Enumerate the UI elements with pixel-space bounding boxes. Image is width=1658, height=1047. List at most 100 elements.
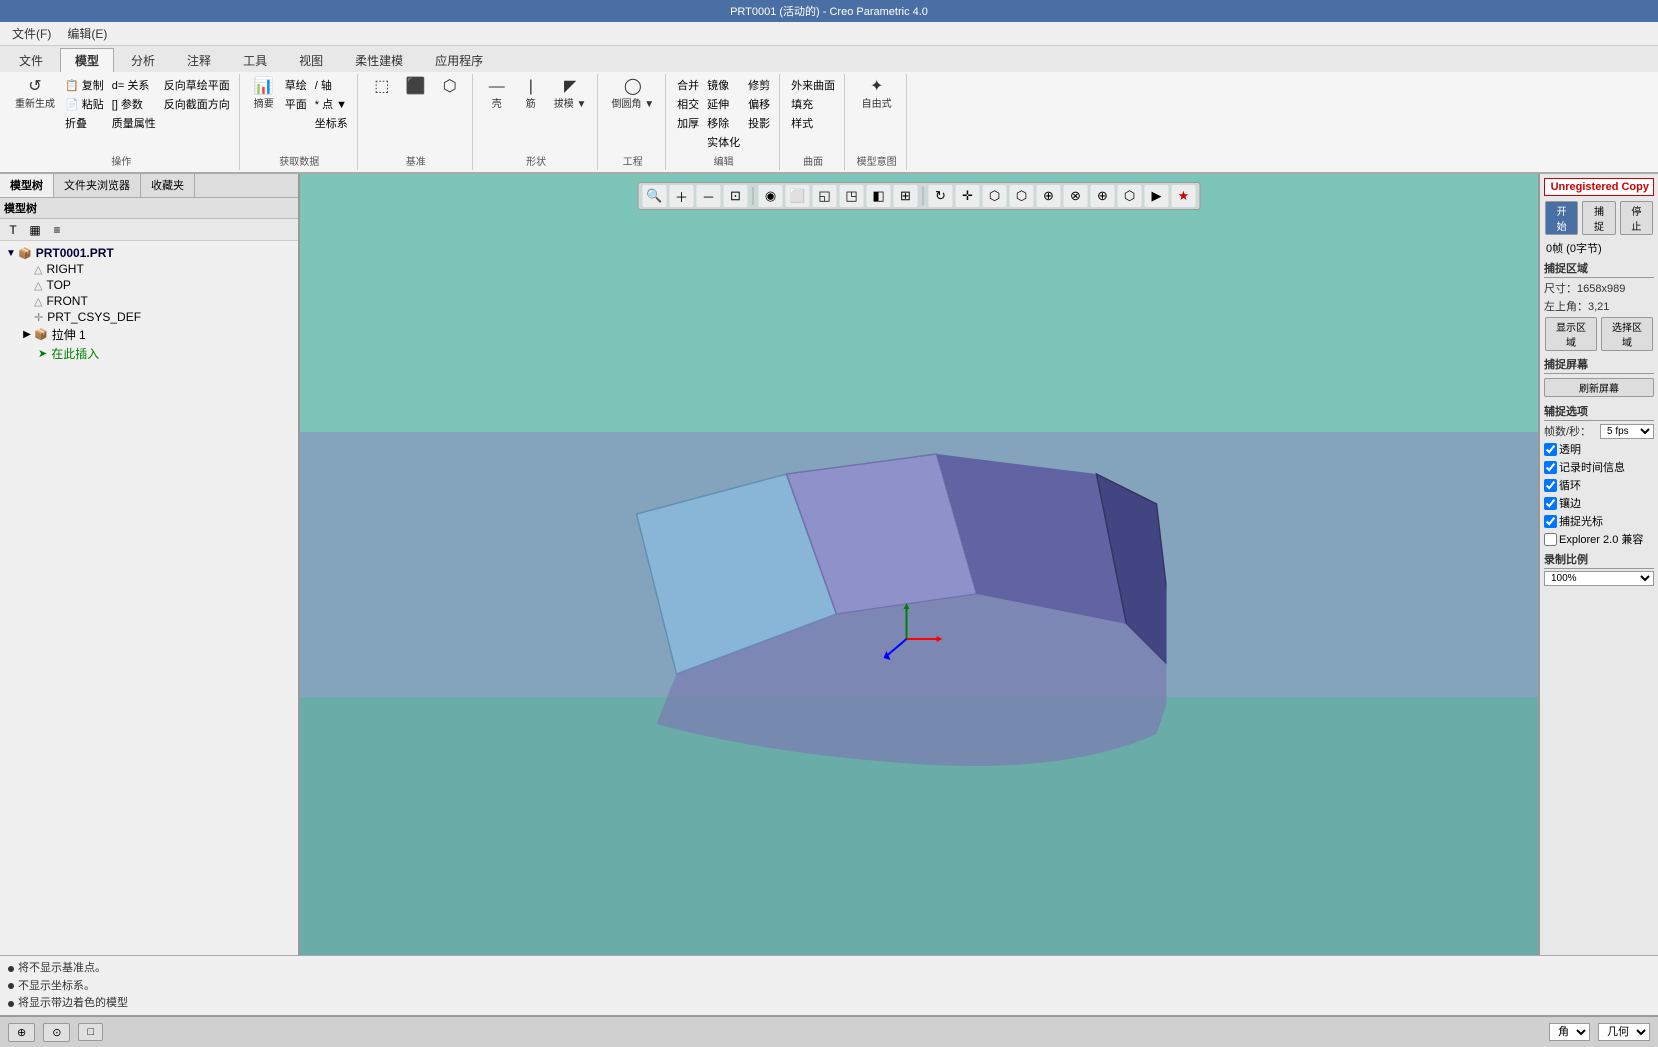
vp-btn-r1[interactable]: ↻: [929, 185, 953, 207]
tab-analysis[interactable]: 分析: [116, 48, 170, 72]
check-record-time[interactable]: [1544, 461, 1557, 474]
expand-prt0001[interactable]: ▼: [4, 248, 18, 259]
tree-tool-T[interactable]: T: [4, 221, 22, 239]
geometry-select[interactable]: 几何: [1598, 1023, 1650, 1041]
bottom-btn-2[interactable]: ⊙: [43, 1023, 70, 1042]
btn-csys[interactable]: 坐标系: [312, 114, 351, 132]
btn-remove[interactable]: 移除: [704, 114, 743, 132]
btn-plane[interactable]: 平面: [282, 95, 310, 113]
vp-btn-r9[interactable]: ▶: [1145, 185, 1169, 207]
vp-btn-r8[interactable]: ⬡: [1118, 185, 1142, 207]
fps-select[interactable]: 5 fps 10 fps 15 fps 30 fps: [1600, 424, 1654, 439]
check-cursor[interactable]: [1544, 515, 1557, 528]
btn-intersect[interactable]: 相交: [674, 95, 702, 113]
vp-btn-r4[interactable]: ⬡: [1010, 185, 1034, 207]
tree-item-prt0001[interactable]: ▼ 📦 PRT0001.PRT: [4, 245, 294, 261]
vp-btn-zoom-area[interactable]: ⊡: [724, 185, 748, 207]
btn-datum3[interactable]: ⬡: [434, 76, 466, 98]
vp-btn-view3[interactable]: ◧: [867, 185, 891, 207]
viewport[interactable]: 🔍 ＋ － ⊡ ◉ ⬜ ◱ ◳ ◧ ⊞ ↻ ✛ ⬡ ⬡ ⊕ ⊗ ⊕ ⬡ ▶ ★: [300, 174, 1538, 955]
tree-item-front[interactable]: △ FRONT: [4, 293, 294, 309]
btn-mirror[interactable]: 镜像: [704, 76, 743, 94]
tree-item-top[interactable]: △ TOP: [4, 277, 294, 293]
btn-sketch[interactable]: 草绘: [282, 76, 310, 94]
btn-show-region[interactable]: 显示区域: [1545, 317, 1597, 351]
tab-flexible[interactable]: 柔性建模: [340, 48, 418, 72]
btn-params[interactable]: [] 参数: [109, 95, 159, 113]
vp-btn-zoom-out[interactable]: －: [697, 185, 721, 207]
btn-thicken[interactable]: 加厚: [674, 114, 702, 132]
tab-model-tree[interactable]: 模型树: [0, 174, 54, 197]
btn-draft[interactable]: ◤ 拔模 ▼: [549, 76, 592, 113]
scale-select[interactable]: 100% 75% 50%: [1544, 571, 1654, 586]
vp-btn-view4[interactable]: ⊞: [894, 185, 918, 207]
btn-merge[interactable]: 合并: [674, 76, 702, 94]
angle-select[interactable]: 角: [1549, 1023, 1590, 1041]
btn-style[interactable]: 样式: [788, 114, 838, 132]
check-border[interactable]: [1544, 497, 1557, 510]
btn-select-region[interactable]: 选择区域: [1601, 317, 1653, 351]
vp-btn-view2[interactable]: ◳: [840, 185, 864, 207]
btn-relation[interactable]: d= 关系: [109, 76, 159, 94]
btn-reverse-sketch[interactable]: 反向草绘平面: [161, 76, 233, 94]
vp-btn-r2[interactable]: ✛: [956, 185, 980, 207]
expand-extrude1[interactable]: ▶: [20, 329, 34, 340]
tab-folder-browser[interactable]: 文件夹浏览器: [54, 174, 141, 197]
btn-refresh-screen[interactable]: 刷新屏幕: [1544, 378, 1654, 397]
menu-file[interactable]: 文件(F): [4, 23, 59, 44]
btn-stop[interactable]: 停止: [1620, 201, 1653, 235]
tab-favorites[interactable]: 收藏夹: [141, 174, 195, 197]
check-transparent[interactable]: [1544, 443, 1557, 456]
btn-regenerate[interactable]: ↺ 重新生成: [10, 76, 60, 113]
tab-apps[interactable]: 应用程序: [420, 48, 498, 72]
btn-paste[interactable]: 📄 粘贴: [62, 95, 107, 113]
tree-tool-grid[interactable]: ▦: [26, 221, 44, 239]
btn-axis[interactable]: / 轴: [312, 76, 351, 94]
bottom-btn-1[interactable]: ⊕: [8, 1023, 35, 1042]
btn-mass[interactable]: 质量属性: [109, 114, 159, 132]
btn-datum1[interactable]: ⬚: [366, 76, 398, 98]
btn-summary[interactable]: 📊 摘要: [248, 76, 280, 113]
btn-project[interactable]: 投影: [745, 114, 773, 132]
btn-point[interactable]: * 点 ▼: [312, 95, 351, 113]
vp-btn-view1[interactable]: ◱: [813, 185, 837, 207]
btn-fold[interactable]: 折叠: [62, 114, 107, 132]
tree-item-extrude1[interactable]: ▶ 📦 拉伸 1: [4, 325, 294, 344]
tree-item-csys[interactable]: ✛ PRT_CSYS_DEF: [4, 309, 294, 325]
vp-btn-zoom-fit[interactable]: 🔍: [643, 185, 667, 207]
tab-view[interactable]: 视图: [284, 48, 338, 72]
check-loop[interactable]: [1544, 479, 1557, 492]
btn-capture[interactable]: 捕捉: [1582, 201, 1615, 235]
btn-fill[interactable]: 填充: [788, 95, 838, 113]
btn-offset[interactable]: 偏移: [745, 95, 773, 113]
btn-copy[interactable]: 📋 复制: [62, 76, 107, 94]
vp-btn-r10[interactable]: ★: [1172, 185, 1196, 207]
btn-datum2[interactable]: ⬛: [400, 76, 432, 98]
vp-btn-r5[interactable]: ⊕: [1037, 185, 1061, 207]
bottom-btn-3[interactable]: □: [78, 1023, 103, 1041]
tab-file[interactable]: 文件: [4, 48, 58, 72]
btn-solidify[interactable]: 实体化: [704, 133, 743, 151]
btn-start[interactable]: 开始: [1545, 201, 1578, 235]
vp-btn-r3[interactable]: ⬡: [983, 185, 1007, 207]
tree-item-insert[interactable]: ➤ 在此插入: [4, 344, 294, 363]
vp-btn-sphere[interactable]: ◉: [759, 185, 783, 207]
btn-shell[interactable]: — 壳: [481, 76, 513, 113]
tree-item-right[interactable]: △ RIGHT: [4, 261, 294, 277]
btn-rib[interactable]: | 筋: [515, 76, 547, 113]
check-explorer[interactable]: [1544, 533, 1557, 546]
vp-btn-r7[interactable]: ⊕: [1091, 185, 1115, 207]
btn-import-surface[interactable]: 外来曲面: [788, 76, 838, 94]
menu-edit[interactable]: 编辑(E): [59, 23, 115, 44]
tab-tools[interactable]: 工具: [228, 48, 282, 72]
btn-extend[interactable]: 延伸: [704, 95, 743, 113]
vp-btn-r6[interactable]: ⊗: [1064, 185, 1088, 207]
tab-model[interactable]: 模型: [60, 48, 114, 72]
btn-round[interactable]: ◯ 倒圆角 ▼: [606, 76, 659, 113]
vp-btn-zoom-in[interactable]: ＋: [670, 185, 694, 207]
tree-tool-menu[interactable]: ≡: [48, 221, 66, 239]
btn-freestyle[interactable]: ✦ 自由式: [857, 76, 897, 113]
btn-trim[interactable]: 修剪: [745, 76, 773, 94]
btn-reverse-section[interactable]: 反向截面方向: [161, 95, 233, 113]
vp-btn-box[interactable]: ⬜: [786, 185, 810, 207]
